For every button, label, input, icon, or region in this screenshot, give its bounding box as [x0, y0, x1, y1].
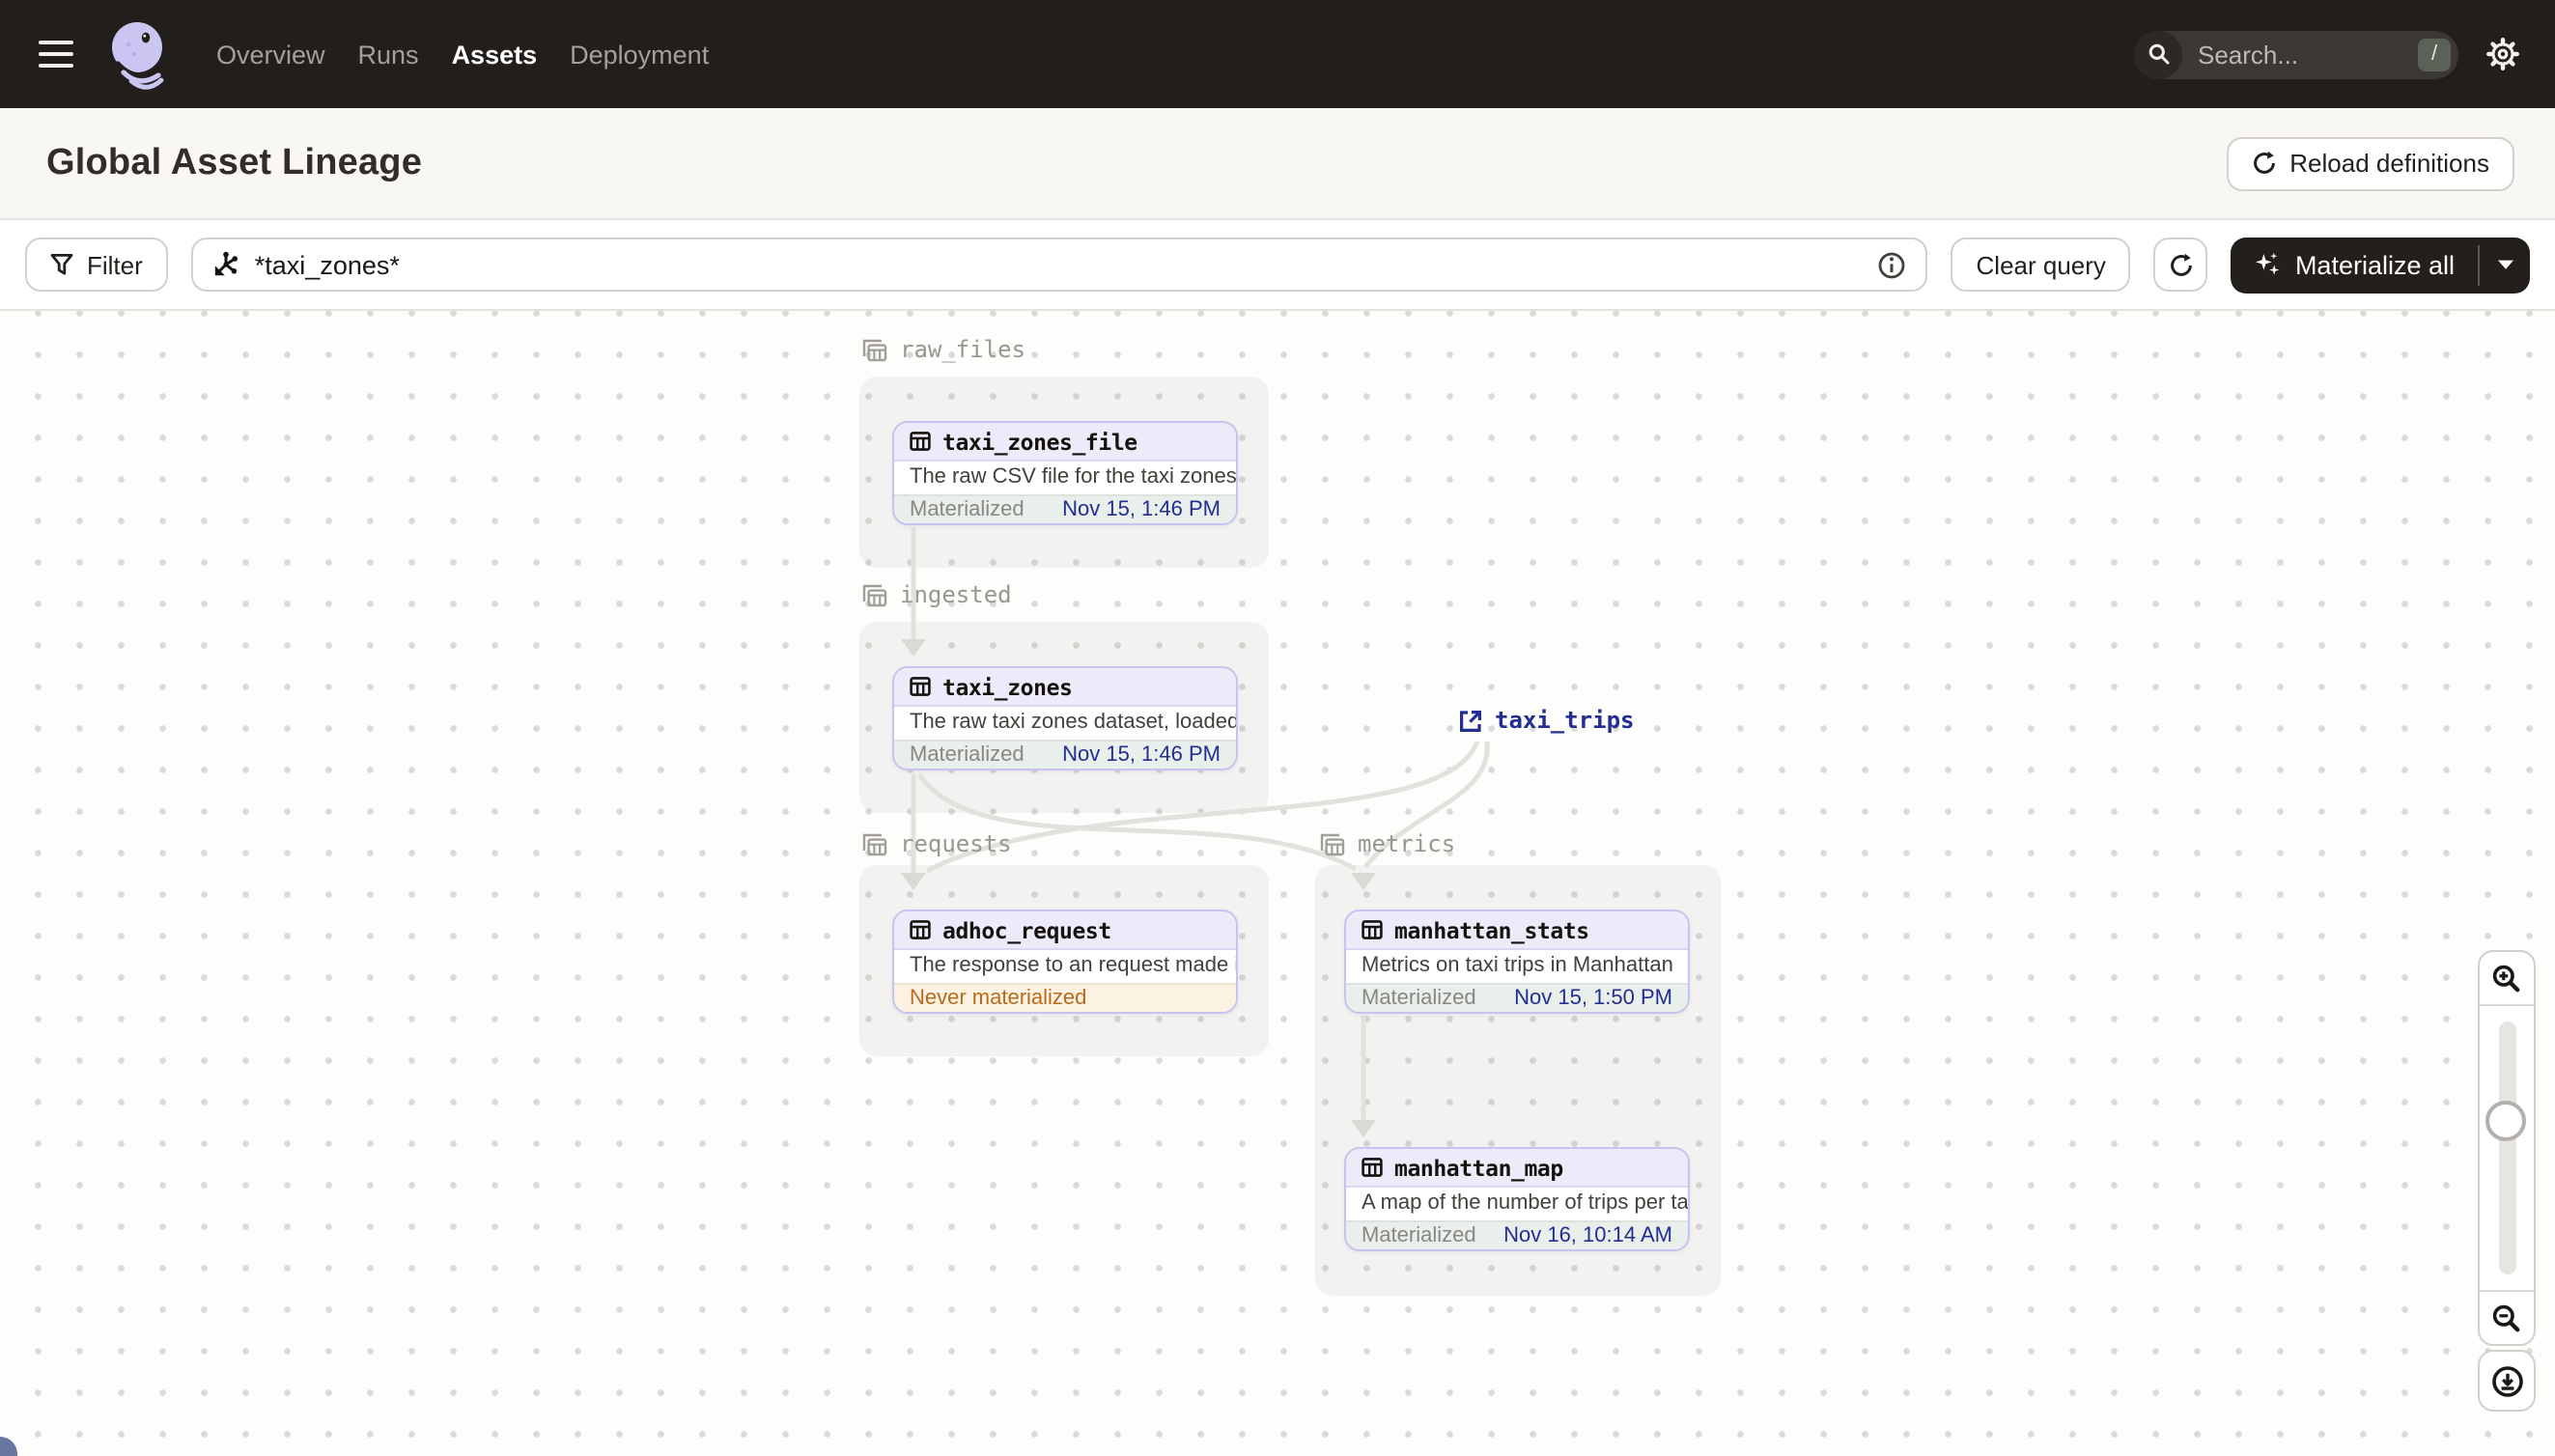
top-nav-bar: Overview Runs Assets Deployment Search..… — [0, 0, 2555, 108]
hamburger-menu-icon[interactable] — [31, 33, 81, 75]
chevron-down-icon — [2497, 260, 2513, 269]
status-timestamp[interactable]: Nov 16, 10:14 AM — [1503, 1225, 1672, 1248]
op-selector-icon — [214, 251, 238, 276]
nav-item-overview[interactable]: Overview — [216, 40, 325, 69]
asset-description: Metrics on taxi trips in Manhattan — [1362, 954, 1673, 978]
asset-node-adhoc-request[interactable]: adhoc_request The response to an request… — [892, 910, 1238, 1014]
page-header: Global Asset Lineage Reload definitions — [0, 108, 2555, 220]
asset-node-manhattan-stats[interactable]: manhattan_stats Metrics on taxi trips in… — [1344, 910, 1690, 1014]
group-label-metrics[interactable]: metrics — [1319, 830, 1455, 857]
zoom-in-icon — [2492, 964, 2520, 992]
external-link-icon — [1460, 710, 1481, 731]
group-label-requests[interactable]: requests — [861, 830, 1012, 857]
search-shortcut-badge: / — [2418, 38, 2451, 70]
lineage-edges — [901, 527, 1490, 1137]
lineage-canvas[interactable]: raw_files ingested requests metrics taxi… — [0, 311, 2555, 1456]
asset-node-manhattan-map[interactable]: manhattan_map A map of the number of tri… — [1344, 1147, 1690, 1251]
search-icon — [2134, 30, 2182, 78]
nav-item-deployment[interactable]: Deployment — [570, 40, 709, 69]
dagster-logo-icon[interactable] — [100, 15, 174, 93]
asset-name: adhoc_request — [942, 916, 1111, 943]
asset-selection-input[interactable]: *taxi_zones* — [190, 238, 1928, 292]
status-timestamp[interactable]: Nov 15, 1:46 PM — [1062, 744, 1221, 768]
asset-node-taxi-zones-file[interactable]: taxi_zones_file The raw CSV file for the… — [892, 421, 1238, 525]
download-view-button[interactable] — [2478, 1350, 2536, 1412]
asset-name: taxi_zones — [942, 673, 1073, 700]
zoom-slider-handle[interactable] — [2485, 1100, 2527, 1140]
asset-name: manhattan_map — [1394, 1154, 1563, 1181]
status-label: Materialized — [1362, 1224, 1476, 1248]
table-icon — [910, 920, 931, 939]
asset-description: The response to an request made in th... — [910, 954, 1236, 978]
reload-definitions-button[interactable]: Reload definitions — [2226, 136, 2514, 190]
asset-node-header: taxi_zones_file — [894, 423, 1236, 462]
asset-status-row: Materialized Nov 15, 1:46 PM — [894, 493, 1236, 523]
status-timestamp[interactable]: Nov 15, 1:46 PM — [1062, 499, 1221, 522]
asset-node-header: adhoc_request — [894, 911, 1236, 950]
zoom-in-button[interactable] — [2480, 952, 2534, 1004]
table-icon — [910, 677, 931, 696]
group-label-ingested[interactable]: ingested — [861, 581, 1012, 608]
page-title: Global Asset Lineage — [46, 142, 423, 182]
download-icon — [2491, 1365, 2522, 1396]
funnel-icon — [50, 254, 73, 275]
query-value: *taxi_zones* — [254, 250, 400, 279]
materialize-options-dropdown[interactable] — [2480, 237, 2530, 293]
main-nav: Overview Runs Assets Deployment — [216, 40, 709, 69]
asset-description: The raw CSV file for the taxi zones dat.… — [910, 465, 1236, 490]
asset-node-header: manhattan_map — [1346, 1149, 1688, 1188]
search-placeholder: Search... — [2198, 40, 2299, 69]
group-label-raw-files[interactable]: raw_files — [861, 336, 1025, 363]
zoom-panel — [2478, 950, 2536, 1346]
asset-description: The raw taxi zones dataset, loaded int..… — [910, 711, 1236, 735]
asset-node-taxi-zones[interactable]: taxi_zones The raw taxi zones dataset, l… — [892, 666, 1238, 770]
settings-gear-icon[interactable] — [2485, 37, 2520, 71]
asset-name: taxi_zones_file — [942, 428, 1137, 455]
zoom-slider — [2480, 1004, 2534, 1292]
search-input[interactable]: Search... / — [2134, 30, 2458, 78]
info-icon[interactable] — [1878, 250, 1907, 279]
asset-status-row: Materialized Nov 15, 1:50 PM — [1346, 982, 1688, 1012]
filter-button[interactable]: Filter — [25, 238, 168, 292]
table-icon — [910, 432, 931, 451]
external-asset-taxi-trips[interactable]: taxi_trips — [1458, 707, 1635, 734]
group-icon — [1320, 832, 1345, 855]
status-label: Materialized — [910, 498, 1025, 522]
lineage-toolbar: Filter *taxi_zones* Clear query Material… — [0, 220, 2555, 311]
refresh-icon — [2171, 252, 2192, 275]
refresh-graph-button[interactable] — [2153, 238, 2208, 292]
status-label: Materialized — [910, 743, 1025, 768]
asset-status-row: Materialized Nov 16, 10:14 AM — [1346, 1219, 1688, 1249]
status-label: Never materialized — [910, 987, 1087, 1011]
asset-node-header: manhattan_stats — [1346, 911, 1688, 950]
clear-query-button[interactable]: Clear query — [1951, 238, 2131, 292]
table-icon — [1362, 1158, 1383, 1177]
zoom-out-icon — [2492, 1303, 2520, 1331]
status-timestamp[interactable]: Nov 15, 1:50 PM — [1514, 988, 1672, 1011]
asset-name: manhattan_stats — [1394, 916, 1589, 943]
refresh-icon — [2253, 151, 2275, 174]
status-label: Materialized — [1362, 987, 1476, 1011]
asset-status-row: Never materialized — [894, 982, 1236, 1012]
group-icon — [862, 583, 887, 606]
zoom-slider-track[interactable] — [2498, 1022, 2515, 1274]
nav-item-runs[interactable]: Runs — [358, 40, 419, 69]
zoom-out-button[interactable] — [2480, 1292, 2534, 1344]
materialize-all-split-button: Materialize all — [2231, 237, 2530, 293]
asset-status-row: Materialized Nov 15, 1:46 PM — [894, 739, 1236, 769]
materialize-all-button[interactable]: Materialize all — [2232, 237, 2478, 293]
asset-description: A map of the number of trips per taxi z.… — [1362, 1191, 1688, 1216]
group-icon — [862, 832, 887, 855]
nav-item-assets[interactable]: Assets — [452, 40, 538, 69]
asset-node-header: taxi_zones — [894, 668, 1236, 707]
table-icon — [1362, 920, 1383, 939]
app-window: Overview Runs Assets Deployment Search..… — [0, 0, 2555, 1456]
sparkles-icon — [2256, 252, 2281, 275]
group-icon — [862, 338, 887, 361]
